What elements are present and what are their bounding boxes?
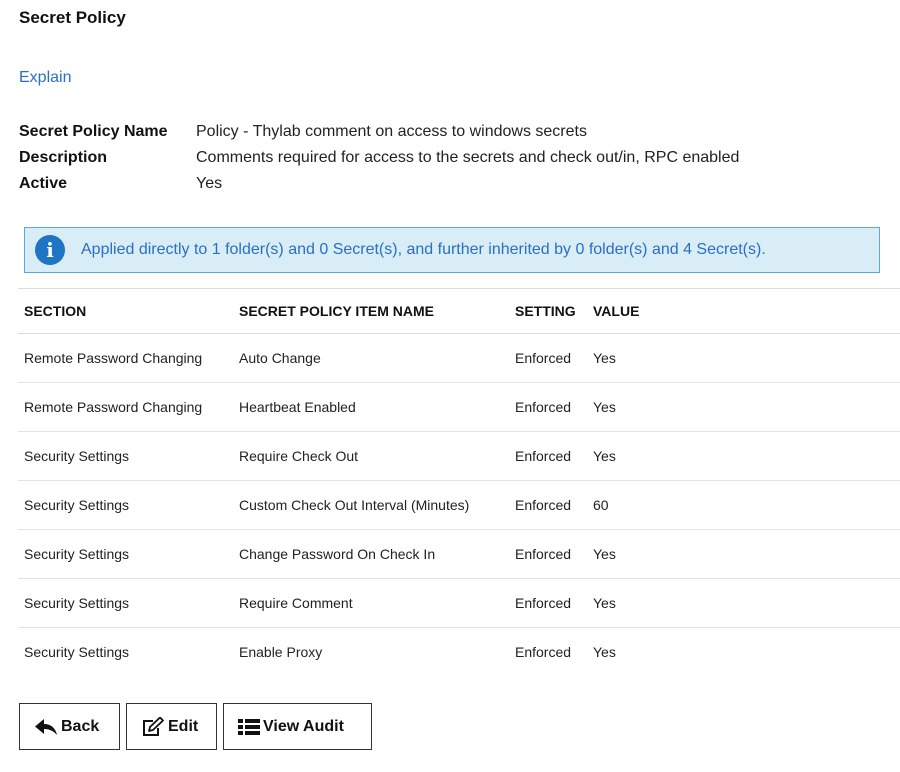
cell-setting: Enforced <box>509 529 587 579</box>
property-row-description: Description Comments required for access… <box>19 145 739 171</box>
property-row-name: Secret Policy Name Policy - Thylab comme… <box>19 119 739 145</box>
info-banner: i Applied directly to 1 folder(s) and 0 … <box>24 227 880 273</box>
property-label: Description <box>19 149 108 166</box>
cell-section: Security Settings <box>24 644 130 660</box>
table-row: Remote Password Changing Heartbeat Enabl… <box>18 382 900 432</box>
cell-item-name: Auto Change <box>233 333 509 383</box>
back-button[interactable]: Back <box>19 703 120 750</box>
table-row: Security Settings Custom Check Out Inter… <box>18 480 900 530</box>
cell-setting: Enforced <box>509 431 587 481</box>
edit-button-label: Edit <box>168 717 199 735</box>
property-value: Comments required for access to the secr… <box>196 149 740 166</box>
cell-value: Yes <box>587 431 900 481</box>
back-button-label: Back <box>61 717 100 735</box>
column-header-value: VALUE <box>587 288 900 334</box>
cell-item-name: Require Check Out <box>233 431 509 481</box>
table-row: Security Settings Require Check Out Enfo… <box>18 431 900 481</box>
property-value: Yes <box>196 175 223 192</box>
table-header-row: SECTION SECRET POLICY ITEM NAME SETTING … <box>18 288 900 334</box>
property-label: Active <box>19 175 68 192</box>
view-audit-button[interactable]: View Audit <box>223 703 372 750</box>
policy-properties: Secret Policy Name Policy - Thylab comme… <box>19 119 739 197</box>
cell-item-name: Require Comment <box>233 578 509 628</box>
action-buttons: Back Edit View Audit <box>19 703 372 750</box>
cell-value: Yes <box>587 382 900 432</box>
property-row-active: Active Yes <box>19 171 739 197</box>
cell-setting: Enforced <box>509 578 587 628</box>
policy-items-table: SECTION SECRET POLICY ITEM NAME SETTING … <box>18 288 900 676</box>
table-row: Security Settings Require Comment Enforc… <box>18 578 900 628</box>
cell-item-name: Enable Proxy <box>239 644 323 660</box>
explain-link[interactable]: Explain <box>19 69 71 87</box>
cell-section: Remote Password Changing <box>18 382 233 432</box>
property-value: Policy - Thylab comment on access to win… <box>196 123 587 140</box>
cell-value: Yes <box>587 333 900 383</box>
table-row: Security Settings Change Password On Che… <box>18 529 900 579</box>
cell-setting: Enforced <box>509 382 587 432</box>
edit-button[interactable]: Edit <box>126 703 217 750</box>
cell-section: Security Settings <box>18 578 233 628</box>
column-header-setting: SETTING <box>509 288 587 334</box>
cell-setting: Enforced <box>509 333 587 383</box>
cell-value: 60 <box>587 480 900 530</box>
cell-value: Yes <box>587 529 900 579</box>
column-header-section: SECTION <box>18 288 233 334</box>
cell-item-name: Heartbeat Enabled <box>233 382 509 432</box>
cell-section: Security Settings <box>18 529 233 579</box>
cell-setting: Enforced <box>509 480 587 530</box>
table-row: Remote Password Changing Auto Change Enf… <box>18 333 900 383</box>
table-row: Security Settings Enable Proxy Enforced … <box>18 628 900 677</box>
list-icon <box>238 718 260 735</box>
cell-value: Yes <box>587 578 900 628</box>
property-label: Secret Policy Name <box>19 123 168 140</box>
info-icon: i <box>35 235 65 265</box>
cell-section: Security Settings <box>18 480 233 530</box>
cell-item-name: Custom Check Out Interval (Minutes) <box>233 480 509 530</box>
cell-item-name: Change Password On Check In <box>233 529 509 579</box>
cell-section: Remote Password Changing <box>18 333 233 383</box>
edit-icon <box>143 716 164 736</box>
info-banner-text: Applied directly to 1 folder(s) and 0 Se… <box>81 241 766 258</box>
page-title: Secret Policy <box>19 8 126 27</box>
view-audit-button-label: View Audit <box>263 717 344 735</box>
column-header-item-name: SECRET POLICY ITEM NAME <box>233 288 509 334</box>
back-arrow-icon <box>35 718 57 735</box>
secret-policy-page: Secret Policy Explain Secret Policy Name… <box>0 0 900 772</box>
cell-section: Security Settings <box>18 431 233 481</box>
cell-setting: Enforced <box>515 644 572 660</box>
cell-value: Yes <box>593 644 616 660</box>
